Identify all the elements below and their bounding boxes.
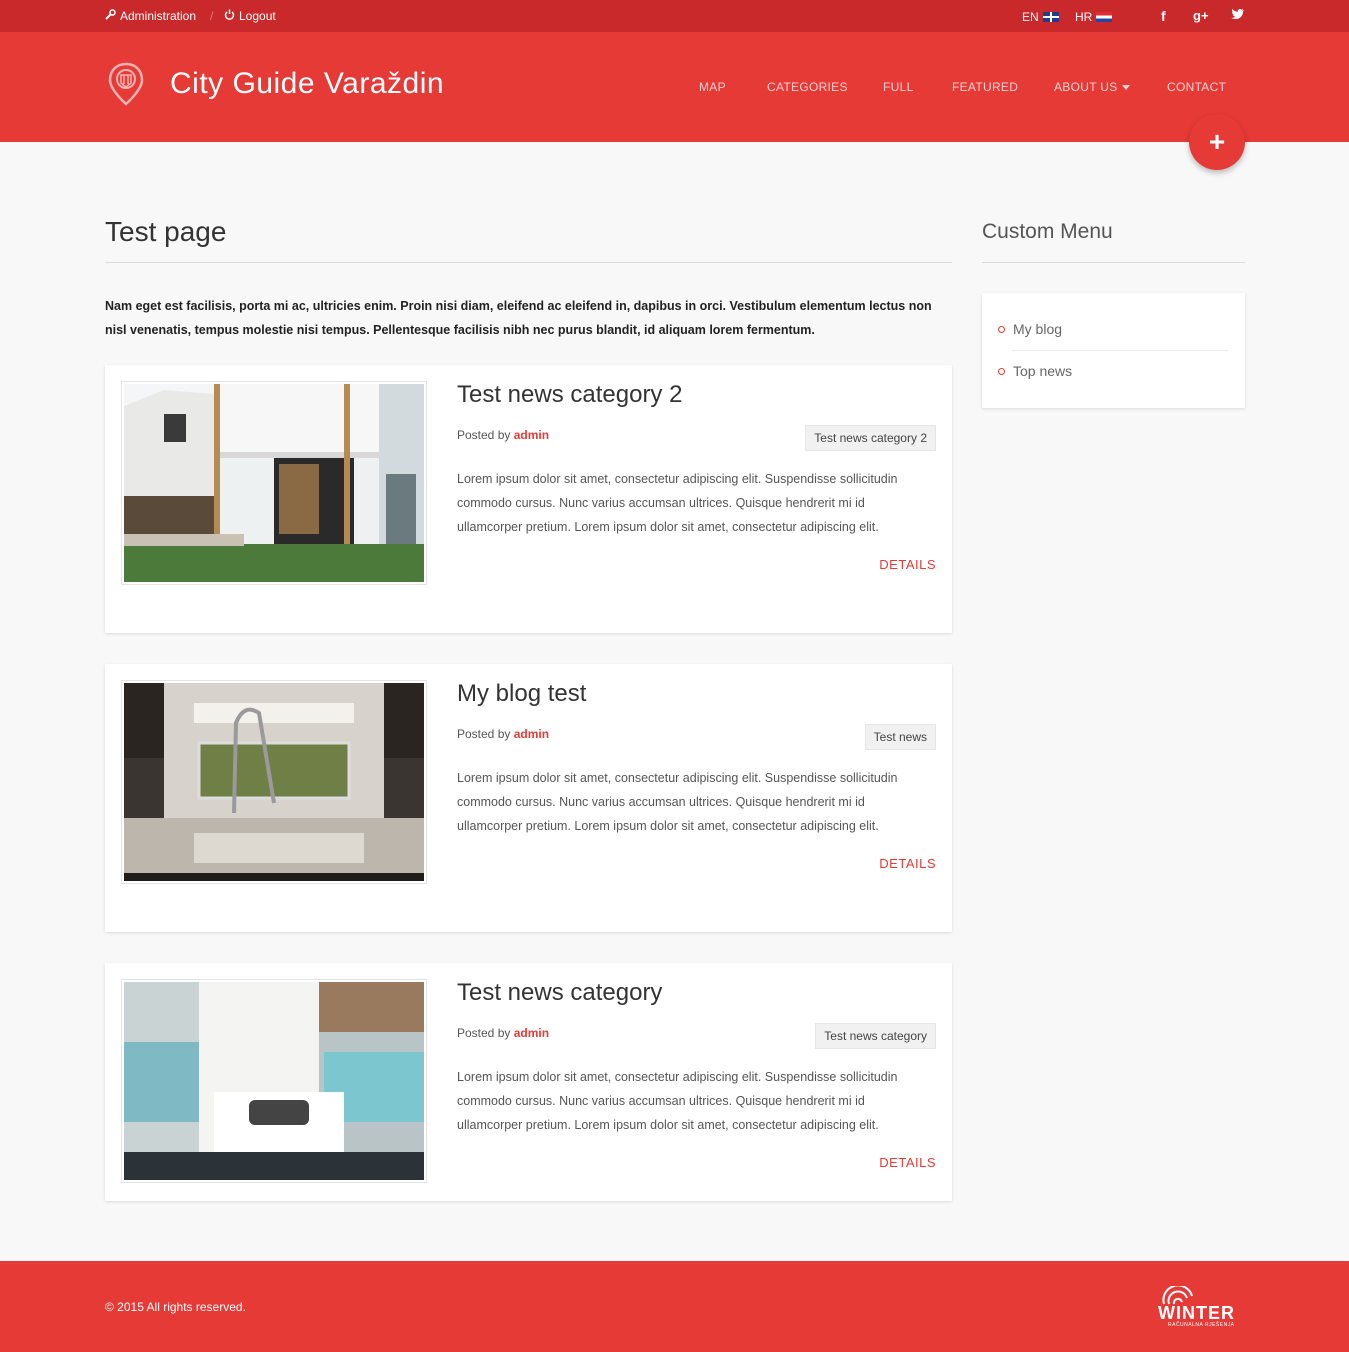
kitchen-sink-image [124,683,424,881]
facebook-icon[interactable]: f [1161,8,1166,24]
add-listing-button[interactable]: + [1189,114,1245,170]
nav-contact[interactable]: CONTACT [1167,80,1226,94]
sidebar-item-my-blog[interactable]: My blog [998,321,1062,337]
nav-categories[interactable]: CATEGORIES [767,80,848,94]
post-thumbnail[interactable] [121,979,427,1183]
custom-menu: My blog Top news [982,293,1245,408]
site-header: City Guide Varaždin MAP CATEGORIES FULL … [0,32,1349,142]
post-meta: Posted by admin [457,428,549,442]
post-author-link[interactable]: admin [514,1026,549,1040]
language-en[interactable]: EN [1022,10,1059,24]
details-link[interactable]: DETAILS [879,557,936,572]
administration-link[interactable]: Administration [105,9,196,23]
copyright-text: © 2015 All rights reserved. [105,1300,246,1314]
post-thumbnail[interactable] [121,680,427,884]
twitter-icon[interactable] [1231,7,1245,24]
post-meta: Posted by admin [457,1026,549,1040]
post-title[interactable]: Test news category 2 [457,381,682,409]
uk-flag-icon [1042,12,1059,22]
top-bar: Administration / Logout EN HR f g+ [0,0,1349,32]
post-excerpt: Lorem ipsum dolor sit amet, consectetur … [457,771,898,833]
winter-brand-subtext: RAČUNALNA RJEŠENJA [1168,1322,1235,1328]
logout-link[interactable]: Logout [224,9,276,23]
logout-label: Logout [239,9,276,23]
posted-by-label: Posted by [457,428,511,442]
post-thumbnail[interactable] [121,381,427,585]
category-badge[interactable]: Test news [864,724,936,750]
post-author-link[interactable]: admin [514,428,549,442]
post-meta: Posted by admin [457,727,549,741]
bullet-icon [998,367,1005,375]
post-excerpt: Lorem ipsum dolor sit amet, consectetur … [457,472,898,534]
hr-flag-icon [1096,12,1113,22]
power-icon [224,9,235,23]
administration-label: Administration [120,9,197,23]
sidebar-divider [982,262,1245,263]
post-excerpt: Lorem ipsum dolor sit amet, consectetur … [457,1070,898,1132]
language-hr[interactable]: HR [1075,10,1113,24]
topbar-separator: / [210,9,214,23]
house-exterior-image [124,384,424,582]
poolside-lounge-image [124,982,424,1180]
nav-full[interactable]: FULL [883,80,914,94]
details-link[interactable]: DETAILS [879,856,936,871]
bullet-icon [998,325,1005,333]
map-pin-logo-icon[interactable] [108,62,144,106]
posted-by-label: Posted by [457,1026,511,1040]
post-title[interactable]: Test news category [457,979,662,1007]
caret-down-icon [1121,80,1130,94]
sidebar-item-label: Top news [1013,363,1073,379]
nav-about-us[interactable]: ABOUT US [1054,80,1130,94]
language-hr-label: HR [1075,10,1093,24]
google-plus-icon[interactable]: g+ [1193,8,1209,23]
nav-about-us-label: ABOUT US [1054,80,1118,94]
nav-map[interactable]: MAP [699,80,726,94]
page-title: Test page [105,216,227,247]
post-title[interactable]: My blog test [457,680,586,708]
language-en-label: EN [1022,10,1039,24]
posted-by-label: Posted by [457,727,511,741]
winter-brand-text: WINTER [1158,1303,1235,1323]
sidebar-item-top-news[interactable]: Top news [998,363,1072,379]
post-card: Test news category 2 Posted by admin Tes… [105,365,952,633]
intro-text: Nam eget est facilisis, porta mi ac, ult… [105,299,932,337]
title-divider [105,262,952,263]
sidebar-title: Custom Menu [982,220,1113,243]
category-badge[interactable]: Test news category [815,1023,936,1049]
category-badge[interactable]: Test news category 2 [805,425,936,451]
menu-divider [1012,350,1228,351]
plus-icon: + [1208,126,1226,157]
sidebar-item-label: My blog [1013,321,1063,337]
winter-logo[interactable]: WINTER RAČUNALNA RJEŠENJA [1158,1286,1248,1330]
site-title[interactable]: City Guide Varaždin [170,67,444,101]
post-card: Test news category Posted by admin Test … [105,963,952,1201]
site-footer: © 2015 All rights reserved. WINTER RAČUN… [0,1261,1349,1352]
post-author-link[interactable]: admin [514,727,549,741]
post-card: My blog test Posted by admin Test news L… [105,664,952,932]
nav-featured[interactable]: FEATURED [952,80,1018,94]
details-link[interactable]: DETAILS [879,1155,936,1170]
wrench-icon [105,9,116,23]
